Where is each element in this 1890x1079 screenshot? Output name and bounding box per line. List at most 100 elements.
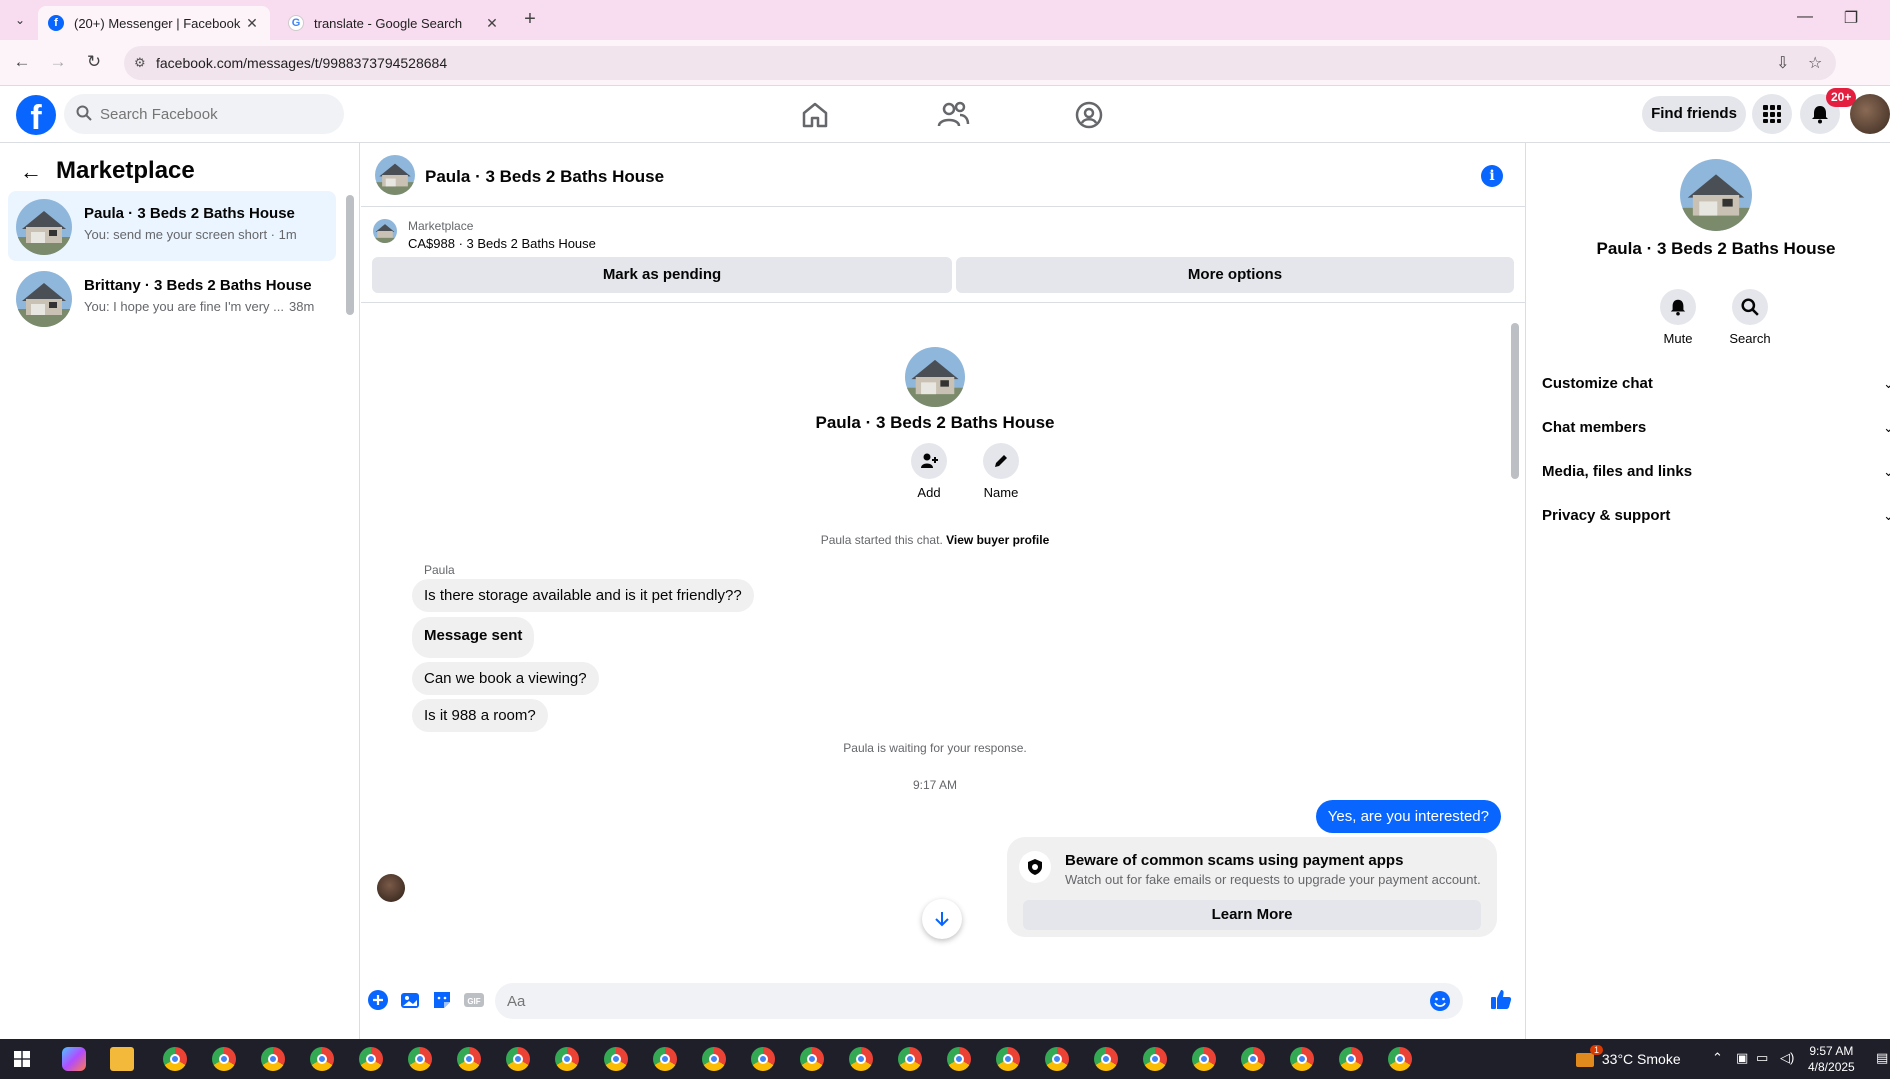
home-icon[interactable] [798,98,832,132]
search-box[interactable] [64,94,344,134]
sender-avatar[interactable] [377,874,405,902]
gif-icon[interactable]: GIF [463,989,485,1011]
conversation-item-paula[interactable]: Paula · 3 Beds 2 Baths House You: send m… [8,191,336,261]
tray-chevron-icon[interactable]: ⌃ [1712,1050,1723,1066]
chrome-taskbar-icon[interactable] [800,1047,824,1071]
chrome-taskbar-icon[interactable] [1388,1047,1412,1071]
chrome-taskbar-icon[interactable] [212,1047,236,1071]
my-message-bubble[interactable]: Yes, are you interested? [1315,800,1501,833]
reload-icon[interactable]: ↻ [82,52,106,72]
chrome-taskbar-icon[interactable] [849,1047,873,1071]
friends-icon[interactable] [936,98,970,132]
chrome-taskbar-icon[interactable] [653,1047,677,1071]
chrome-taskbar-icon[interactable] [261,1047,285,1071]
chrome-taskbar-icon[interactable] [1143,1047,1167,1071]
emoji-icon[interactable] [1429,990,1451,1012]
message-input-box[interactable] [495,983,1463,1019]
scam-body: Watch out for fake emails or requests to… [1065,872,1481,887]
info-icon[interactable]: i [1481,165,1503,187]
new-tab-icon[interactable]: + [518,8,542,31]
volume-icon[interactable]: ◁) [1780,1050,1794,1066]
customize-chat-section[interactable]: Customize chat ⌄ [1542,362,1890,406]
forward-icon[interactable]: → [46,52,70,72]
listing-price-title[interactable]: CA$988 · 3 Beds 2 Baths House [408,236,596,251]
chrome-taskbar-icon[interactable] [506,1047,530,1071]
facebook-logo-icon[interactable]: f [16,95,56,135]
weather-widget[interactable]: 1 33°C Smoke [1576,1045,1681,1068]
clock[interactable]: 9:57 AM 4/8/2025 [1808,1043,1855,1075]
search-input[interactable] [100,94,330,134]
chrome-taskbar-icon[interactable] [408,1047,432,1071]
windows-start-icon[interactable] [14,1051,30,1067]
privacy-support-section[interactable]: Privacy & support ⌄ [1542,494,1890,538]
chrome-taskbar-icon[interactable] [751,1047,775,1071]
back-arrow-icon[interactable]: ← [20,159,42,185]
chrome-taskbar-icon[interactable] [898,1047,922,1071]
weather-icon [1576,1053,1594,1068]
copilot-icon[interactable] [62,1047,86,1071]
plus-circle-icon[interactable] [367,989,389,1011]
mute-button[interactable]: Mute [1648,289,1708,346]
chrome-taskbar-icon[interactable] [1094,1047,1118,1071]
bookmark-star-icon[interactable]: ☆ [1808,53,1822,73]
chrome-taskbar-icon[interactable] [947,1047,971,1071]
scrollbar-thumb[interactable] [1511,323,1519,479]
search-in-chat-button[interactable]: Search [1720,289,1780,346]
install-app-icon[interactable]: ⇩ [1776,53,1789,73]
scroll-down-button[interactable] [922,899,962,939]
chrome-taskbar-icon[interactable] [1192,1047,1216,1071]
tab-google-search[interactable]: G translate - Google Search ✕ [278,6,510,40]
message-bubble[interactable]: Is it 988 a room? [412,699,548,732]
scrollbar[interactable] [346,195,354,315]
listing-thumbnail [373,219,397,243]
chrome-taskbar-icon[interactable] [702,1047,726,1071]
message-input[interactable] [507,983,1407,1019]
network-icon[interactable]: ▭ [1756,1050,1768,1066]
back-icon[interactable]: ← [10,52,34,72]
message-bubble[interactable]: Can we book a viewing? [412,662,599,695]
minimize-icon[interactable]: — [1782,8,1828,26]
chrome-taskbar-icon[interactable] [1241,1047,1265,1071]
close-tab-icon[interactable]: ✕ [244,15,260,32]
chrome-taskbar-icon[interactable] [163,1047,187,1071]
notification-center-icon[interactable]: ▤ [1876,1050,1888,1066]
chrome-taskbar-icon[interactable] [1290,1047,1314,1071]
menu-grid-icon[interactable] [1752,94,1792,134]
view-buyer-profile-link[interactable]: View buyer profile [946,533,1049,547]
chrome-taskbar-icon[interactable] [310,1047,334,1071]
chrome-taskbar-icon[interactable] [1339,1047,1363,1071]
mark-as-pending-button[interactable]: Mark as pending [372,257,952,293]
chrome-taskbar-icon[interactable] [996,1047,1020,1071]
chrome-taskbar-icon[interactable] [1045,1047,1069,1071]
message-bubble[interactable]: Is there storage available and is it pet… [412,579,754,612]
chat-title[interactable]: Paula · 3 Beds 2 Baths House [425,167,664,187]
message-bubble[interactable]: Message sent [412,617,535,658]
house-thumbnail [16,271,72,327]
site-info-icon[interactable]: ⚙ [134,55,146,71]
account-avatar[interactable] [1850,94,1890,134]
photo-icon[interactable] [399,989,421,1011]
tab-messenger[interactable]: f (20+) Messenger | Facebook ✕ [38,6,270,40]
add-people-button[interactable]: Add [899,443,959,500]
file-explorer-icon[interactable] [110,1047,134,1071]
media-files-links-section[interactable]: Media, files and links ⌄ [1542,450,1890,494]
close-tab-icon[interactable]: ✕ [484,15,500,32]
chrome-taskbar-icon[interactable] [555,1047,579,1071]
restore-icon[interactable]: ❐ [1828,8,1874,28]
chat-members-section[interactable]: Chat members ⌄ [1542,406,1890,450]
thumbs-up-icon[interactable] [1489,987,1513,1011]
learn-more-button[interactable]: Learn More [1023,900,1481,930]
chrome-taskbar-icon[interactable] [457,1047,481,1071]
sticker-icon[interactable] [431,989,453,1011]
conversation-item-brittany[interactable]: Brittany · 3 Beds 2 Baths House You: I h… [8,263,336,333]
chat-avatar[interactable] [375,155,415,195]
more-options-button[interactable]: More options [956,257,1514,293]
edit-name-button[interactable]: Name [971,443,1031,500]
groups-icon[interactable] [1072,98,1106,132]
tab-search-icon[interactable]: ⌄ [10,10,30,30]
find-friends-button[interactable]: Find friends [1642,96,1746,132]
chrome-taskbar-icon[interactable] [359,1047,383,1071]
url-field[interactable]: ⚙ facebook.com/messages/t/99883737945286… [124,46,1836,80]
chrome-taskbar-icon[interactable] [604,1047,628,1071]
camera-tray-icon[interactable]: ▣ [1736,1050,1748,1066]
